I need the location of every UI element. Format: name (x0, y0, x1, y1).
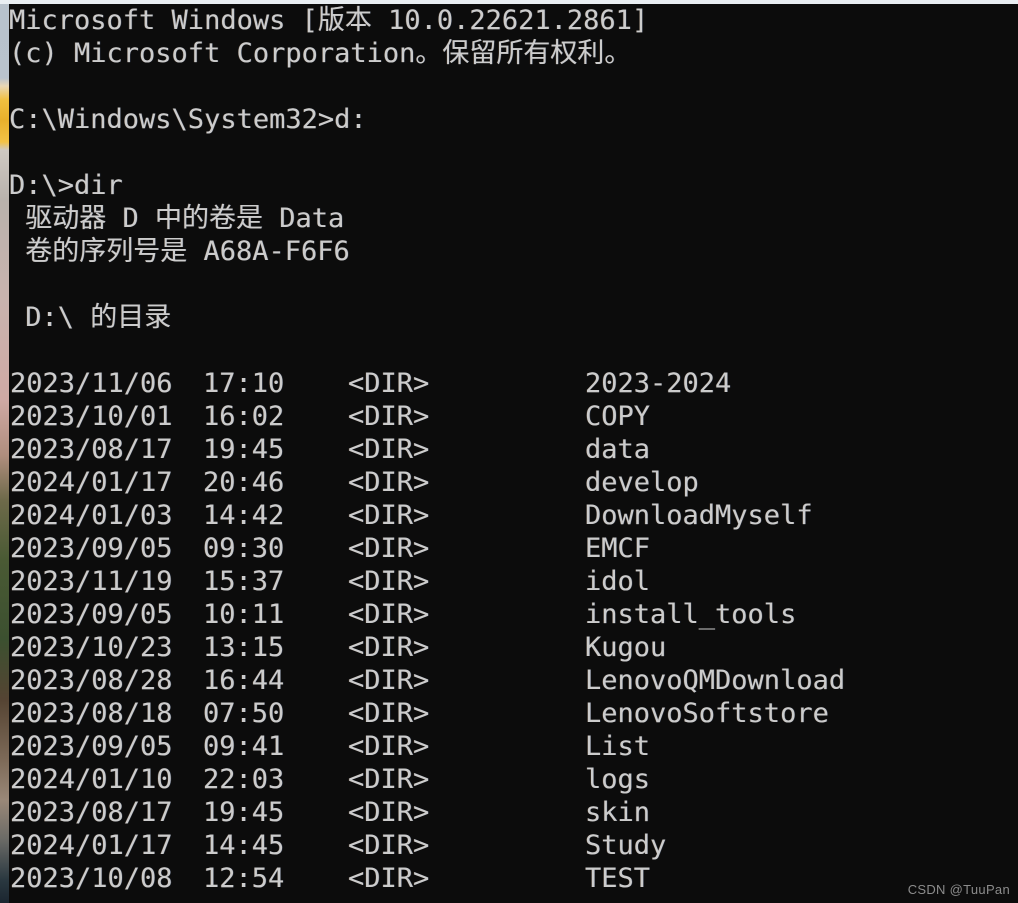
entry-name: data (585, 434, 651, 465)
desktop-wallpaper-strip (0, 0, 9, 903)
top-window-edge-bar (0, 0, 1018, 4)
entry-date: 2024/01/10 (10, 764, 173, 795)
entry-name: LenovoQMDownload (585, 665, 846, 696)
entry-type: <DIR> (348, 698, 430, 729)
console-output-area[interactable]: Microsoft Windows [版本 10.0.22621.2861] (… (9, 4, 1018, 903)
entry-type: <DIR> (348, 533, 430, 564)
entry-date: 2024/01/03 (10, 500, 173, 531)
entry-time: 16:44 (203, 665, 285, 696)
entry-date: 2023/09/05 (10, 533, 173, 564)
entry-date: 2023/09/05 (10, 599, 173, 630)
entry-name: install_tools (585, 599, 797, 630)
entry-date: 2024/01/17 (10, 467, 173, 498)
entry-date: 2023/10/23 (10, 632, 173, 663)
entry-time: 19:45 (203, 797, 285, 828)
entry-type: <DIR> (348, 665, 430, 696)
entry-time: 07:50 (203, 698, 285, 729)
entry-name: Kugou (585, 632, 667, 663)
entry-name: logs (585, 764, 651, 795)
console-line-prompt-system32: C:\Windows\System32>d: (9, 104, 367, 135)
entry-time: 14:45 (203, 830, 285, 861)
command-prompt-window[interactable]: Microsoft Windows [版本 10.0.22621.2861] (… (9, 4, 1018, 903)
entry-date: 2024/01/17 (10, 830, 173, 861)
entry-type: <DIR> (348, 467, 430, 498)
entry-name: develop (585, 467, 699, 498)
entry-type: <DIR> (348, 863, 430, 894)
entry-type: <DIR> (348, 830, 430, 861)
entry-date: 2023/10/01 (10, 401, 173, 432)
entry-name: TEST (585, 863, 651, 894)
console-line-volume-label: 驱动器 D 中的卷是 Data (9, 203, 345, 234)
entry-type: <DIR> (348, 368, 430, 399)
entry-date: 2023/08/18 (10, 698, 173, 729)
entry-name: idol (585, 566, 651, 597)
entry-time: 09:41 (203, 731, 285, 762)
entry-type: <DIR> (348, 731, 430, 762)
entry-name: DownloadMyself (585, 500, 813, 531)
entry-time: 09:30 (203, 533, 285, 564)
entry-time: 22:03 (203, 764, 285, 795)
entry-name: EMCF (585, 533, 651, 564)
entry-time: 20:46 (203, 467, 285, 498)
entry-time: 14:42 (203, 500, 285, 531)
entry-date: 2023/08/17 (10, 797, 173, 828)
entry-type: <DIR> (348, 566, 430, 597)
console-line-banner-version: Microsoft Windows [版本 10.0.22621.2861] (9, 5, 649, 36)
entry-date: 2023/11/19 (10, 566, 173, 597)
entry-type: <DIR> (348, 434, 430, 465)
entry-name: skin (585, 797, 651, 828)
entry-time: 13:15 (203, 632, 285, 663)
entry-name: LenovoSoftstore (585, 698, 829, 729)
entry-time: 16:02 (203, 401, 285, 432)
entry-type: <DIR> (348, 764, 430, 795)
console-line-directory-of: D:\ 的目录 (9, 302, 172, 333)
entry-type: <DIR> (348, 599, 430, 630)
entry-time: 17:10 (203, 368, 285, 399)
entry-time: 19:45 (203, 434, 285, 465)
entry-name: COPY (585, 401, 651, 432)
entry-time: 10:11 (203, 599, 285, 630)
entry-date: 2023/10/08 (10, 863, 173, 894)
entry-date: 2023/08/28 (10, 665, 173, 696)
entry-date: 2023/11/06 (10, 368, 173, 399)
entry-date: 2023/08/17 (10, 434, 173, 465)
entry-type: <DIR> (348, 500, 430, 531)
entry-name: 2023-2024 (585, 368, 732, 399)
entry-name: List (585, 731, 651, 762)
entry-type: <DIR> (348, 632, 430, 663)
console-line-banner-copyright: (c) Microsoft Corporation。保留所有权利。 (9, 38, 632, 69)
entry-time: 12:54 (203, 863, 285, 894)
console-line-prompt-dir: D:\>dir (9, 170, 123, 201)
entry-time: 15:37 (203, 566, 285, 597)
entry-date: 2023/09/05 (10, 731, 173, 762)
console-line-volume-serial: 卷的序列号是 A68A-F6F6 (9, 236, 350, 267)
entry-type: <DIR> (348, 797, 430, 828)
entry-type: <DIR> (348, 401, 430, 432)
entry-name: Study (585, 830, 667, 861)
csdn-watermark: CSDN @TuuPan (907, 882, 1010, 897)
